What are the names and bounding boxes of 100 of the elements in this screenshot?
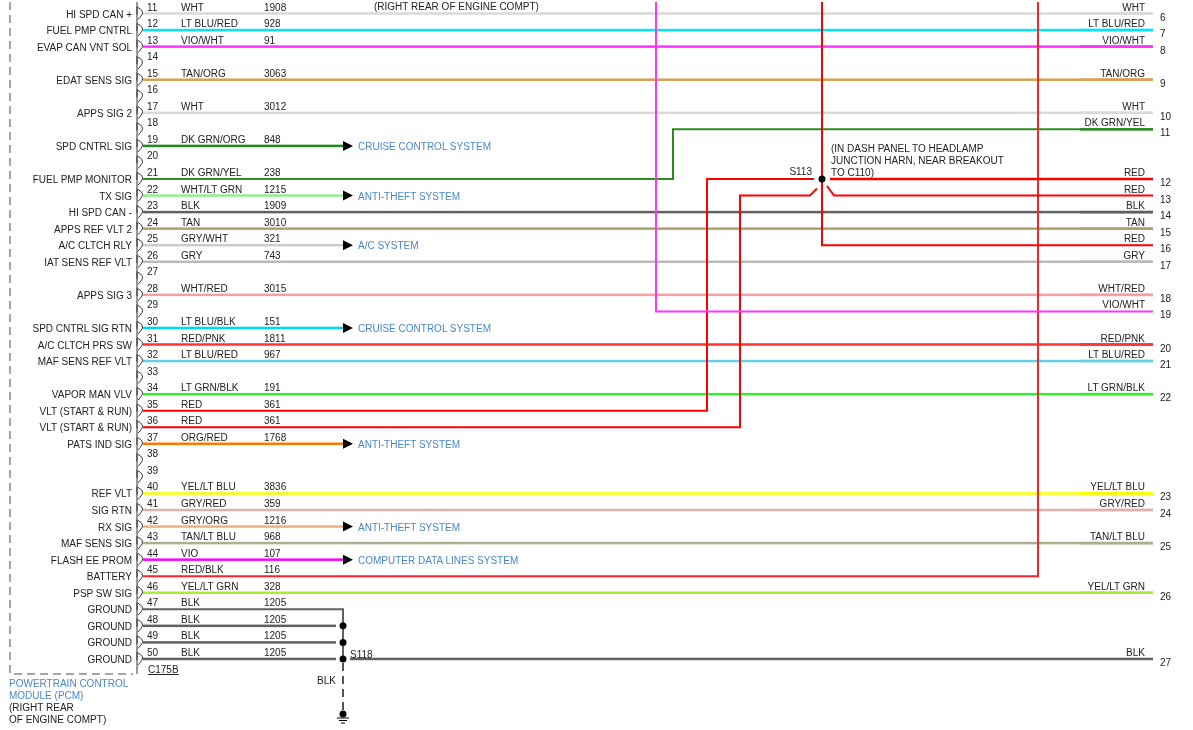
wire-color-label: ORG/RED	[181, 431, 228, 443]
pin-label: A/C CLTCH RLY	[58, 240, 132, 252]
circuit-number: 1811	[264, 332, 286, 344]
wire-color-label: LT GRN/BLK	[1087, 382, 1145, 394]
destination-link[interactable]: ANTI-THEFT SYSTEM	[358, 190, 461, 202]
pin-number: 27	[1160, 656, 1172, 668]
circuit-number: 328	[264, 580, 281, 592]
pin-label: PATS IND SIG	[67, 438, 132, 450]
destination-link[interactable]: CRUISE CONTROL SYSTEM	[358, 322, 491, 334]
circuit-number: 1205	[264, 646, 287, 658]
pin-number: 25	[1160, 541, 1172, 553]
arrow-icon	[343, 140, 353, 151]
wire-color-label: GRY	[1123, 249, 1145, 261]
pin-number: 28	[147, 282, 159, 294]
wire-color-label: TAN/LT BLU	[181, 531, 236, 543]
destination-link[interactable]: CRUISE CONTROL SYSTEM	[358, 140, 491, 152]
splice-dot	[339, 638, 347, 646]
pin-number: 16	[147, 84, 159, 96]
pin-number: 26	[1160, 590, 1172, 602]
pin-label: RX SIG	[98, 521, 132, 533]
pin-number: 19	[147, 133, 159, 145]
wire-color-label: BLK	[1126, 646, 1145, 658]
circuit-number: 361	[264, 415, 281, 427]
circuit-number: 3012	[264, 100, 287, 112]
pin-number: 30	[147, 315, 159, 327]
pin-label: EDAT SENS SIG	[56, 74, 132, 86]
circuit-number: 1205	[264, 613, 287, 625]
circuit-number: 1908	[264, 1, 287, 13]
wire-color-label: DK GRN/ORG	[181, 133, 246, 145]
pin-number: 21	[147, 167, 159, 178]
pin-number: 43	[147, 531, 159, 543]
pin-number: 21	[1160, 359, 1172, 371]
splice-note: (IN DASH PANEL TO HEADLAMP JUNCTION HARN, NEAR BREAKOUT TO C110)	[831, 143, 1004, 178]
pin-number: 38	[147, 448, 159, 460]
wire-color-label: YEL/LT GRN	[181, 580, 239, 592]
splice-label: S113	[789, 166, 812, 177]
pin-number: 17	[147, 100, 159, 112]
circuit-number: 1216	[264, 514, 287, 526]
pin-number: 46	[147, 580, 159, 592]
pin-label: FUEL PMP MONITOR	[32, 174, 132, 185]
pin-number: 23	[1160, 491, 1172, 503]
wire-color-label: WHT/RED	[1098, 282, 1145, 294]
module-location: (RIGHT REAR OF ENGINE COMPT)	[9, 702, 107, 725]
arrow-icon	[343, 554, 353, 565]
pin-number: 42	[147, 514, 159, 526]
pin-number: 14	[1160, 210, 1172, 222]
wire-color-label: BLK	[181, 630, 200, 642]
wire-color-label: GRY/RED	[1099, 498, 1145, 509]
pin-number: 19	[1160, 309, 1172, 321]
wire-color-label: RED/BLK	[181, 564, 224, 576]
splice-dot	[339, 622, 347, 630]
pin-label: A/C CLTCH PRS SW	[37, 339, 132, 351]
pin-number: 12	[1160, 177, 1172, 188]
wire-color-label: BLK	[181, 200, 200, 212]
pin-number: 29	[147, 299, 159, 311]
circuit-number: 359	[264, 498, 281, 509]
arrow-icon	[343, 190, 353, 201]
circuit-number: 3015	[264, 282, 287, 294]
destination-link[interactable]: ANTI-THEFT SYSTEM	[358, 438, 461, 450]
pin-label: SPD CNTRL SIG	[55, 140, 132, 152]
pin-number: 24	[147, 216, 159, 228]
pin-number: 22	[1160, 392, 1172, 404]
pin-label: TX SIG	[99, 190, 132, 202]
ground-wire	[342, 661, 344, 711]
pin-number: 49	[147, 630, 159, 642]
connector-label: C175B	[148, 664, 179, 675]
wire-color-label: LT GRN/BLK	[181, 382, 239, 394]
pin-number: 48	[147, 613, 159, 625]
pin-label: EVAP CAN VNT SOL	[36, 41, 132, 53]
pin-label: VAPOR MAN VLV	[51, 389, 132, 401]
pin-number: 6	[1160, 11, 1166, 23]
pin-number: 40	[147, 481, 159, 493]
pin-number: 47	[147, 597, 159, 609]
circuit-number: 191	[264, 382, 281, 394]
circuit-number: 361	[264, 398, 281, 410]
wire-color-label: RED/PNK	[1100, 332, 1145, 344]
pin-number: 36	[147, 415, 159, 427]
pin-number: 27	[147, 266, 159, 278]
pin-number: 39	[147, 464, 159, 476]
wire-color-label: TAN/ORG	[1100, 67, 1145, 79]
pin-number: 24	[1160, 508, 1172, 519]
pin-number: 18	[1160, 292, 1172, 304]
pin-label: REF VLT	[91, 488, 132, 500]
circuit-number: 238	[264, 167, 281, 178]
pin-label: GROUND	[87, 637, 132, 649]
destination-link[interactable]: ANTI-THEFT SYSTEM	[358, 521, 461, 533]
destination-link[interactable]: COMPUTER DATA LINES SYSTEM	[358, 554, 519, 566]
wire-color-label: WHT	[1122, 100, 1145, 112]
pin-number: 20	[147, 150, 159, 162]
pin-label: SPD CNTRL SIG RTN	[32, 322, 132, 334]
wire-color-label: BLK	[181, 597, 200, 609]
ground-symbol-icon	[336, 710, 350, 724]
circuit-number: 848	[264, 133, 281, 145]
destination-link[interactable]: A/C SYSTEM	[358, 240, 419, 252]
wire-color-label: TAN	[1125, 216, 1145, 228]
pin-label: HI SPD CAN +	[66, 8, 132, 20]
pin-number: 32	[147, 349, 159, 361]
circuit-number: 1215	[264, 183, 287, 195]
pin-number: 25	[147, 233, 159, 245]
wire-color-label: RED	[1123, 183, 1145, 195]
